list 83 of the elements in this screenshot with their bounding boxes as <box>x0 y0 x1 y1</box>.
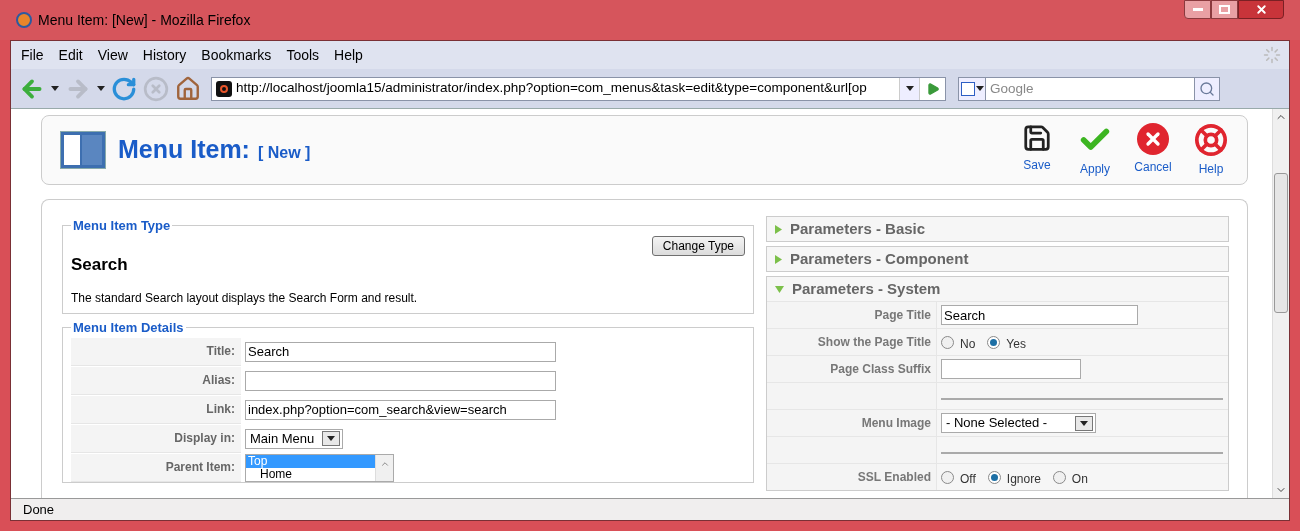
radio-button[interactable] <box>1052 470 1066 484</box>
close-button[interactable] <box>1238 0 1284 19</box>
dropdown-field[interactable]: - None Selected - <box>941 413 1096 433</box>
text-field[interactable] <box>941 359 1081 379</box>
url-text: http://localhost/joomla15/administrator/index.php?option=com_menus&task=edit&type=component&url[op <box>236 79 868 98</box>
reload-icon[interactable] <box>111 75 137 102</box>
close-icon <box>1254 3 1268 16</box>
field-label: Link: <box>206 401 235 418</box>
status-text: Done <box>23 500 55 519</box>
panel-toggle[interactable]: Parameters - System <box>767 277 1228 301</box>
menu-item[interactable]: View <box>91 44 134 66</box>
radio-button[interactable] <box>941 335 954 349</box>
type-description: The standard Search layout displays the Search Form and result. <box>71 290 419 307</box>
caret-icon <box>327 436 336 441</box>
radio-label: Ignore <box>1006 470 1041 488</box>
menu-item[interactable]: Tools <box>280 44 326 66</box>
radio-label: Yes <box>1006 335 1026 353</box>
menu-item[interactable]: History <box>136 44 193 66</box>
dropdown-field[interactable]: Main Menu <box>245 428 344 449</box>
toolbar-button[interactable]: Help <box>1191 122 1231 178</box>
triangle-right-icon <box>775 254 782 264</box>
window-title: Menu Item: [New] - Mozilla Firefox <box>38 10 251 30</box>
toolbar-button[interactable]: Save <box>1017 122 1057 178</box>
menu-item[interactable]: Help <box>328 44 369 66</box>
caret-icon <box>975 86 984 91</box>
field-label: Menu Image <box>861 415 931 432</box>
radio-label: Off <box>960 470 976 488</box>
field-label: Alias: <box>202 372 235 389</box>
scrollbar-thumb[interactable] <box>1274 173 1288 313</box>
field-label: SSL Enabled <box>857 469 931 486</box>
field-label: Parent Item: <box>165 459 235 476</box>
search-icon[interactable] <box>1199 80 1215 97</box>
dropdown-caret-icon <box>97 86 105 91</box>
panel-toggle[interactable]: Parameters - Basic <box>767 217 1228 241</box>
address-bar[interactable]: http://localhost/joomla15/administrator/index.php?option=com_menus&task=edit&type=component&url[op <box>211 76 946 101</box>
search-engine-icon[interactable] <box>958 76 986 101</box>
radio-label: No <box>960 335 976 353</box>
type-name: Search <box>71 253 129 276</box>
page-title: Menu Item: <box>118 134 250 166</box>
dropdown-caret-icon <box>51 86 59 91</box>
panel-toggle[interactable]: Parameters - Component <box>767 247 1228 271</box>
text-field[interactable] <box>245 370 556 391</box>
scrollbar[interactable] <box>1272 109 1289 498</box>
go-icon[interactable] <box>925 81 940 96</box>
menu-item[interactable]: Edit <box>52 44 89 66</box>
site-icon <box>216 80 232 97</box>
radio-button[interactable] <box>987 470 1001 484</box>
text-field[interactable]: Search <box>245 341 556 362</box>
text-field[interactable]: Search <box>941 305 1138 325</box>
minimize-icon <box>1192 8 1203 11</box>
triangle-right-icon <box>775 224 782 234</box>
menu-item[interactable]: Bookmarks <box>195 44 278 66</box>
radio-button[interactable] <box>941 470 954 484</box>
field-label: Show the Page Title <box>817 334 931 351</box>
browser-logo-icon <box>16 12 32 28</box>
list-box[interactable]: Top Home <box>245 453 394 482</box>
menu-manager-icon <box>60 131 106 169</box>
radio-label: On <box>1071 470 1088 488</box>
menu-item[interactable]: File <box>15 44 50 66</box>
toolbar-button[interactable]: Cancel <box>1133 122 1173 178</box>
text-field[interactable]: index.php?option=com_search&view=search <box>245 399 556 420</box>
field-label: Page Class Suffix <box>830 361 931 378</box>
triangle-down-icon <box>775 285 784 293</box>
cancel-icon <box>1137 122 1169 155</box>
caret-icon <box>1080 420 1088 426</box>
life-buoy-icon <box>1194 122 1228 157</box>
url-history-caret-icon <box>905 86 914 91</box>
change-type-button[interactable]: Change Type <box>651 235 745 256</box>
home-icon[interactable] <box>175 75 201 102</box>
web-search-input[interactable]: Google <box>986 76 1194 101</box>
radio-button[interactable] <box>987 335 1001 349</box>
toolbar-button[interactable]: Apply <box>1075 122 1115 178</box>
list-option[interactable]: Home <box>246 467 375 481</box>
throbber-icon <box>1263 46 1281 64</box>
field-label: Page Title <box>874 307 931 324</box>
minimize-button[interactable] <box>1184 0 1211 19</box>
maximize-button[interactable] <box>1211 0 1238 19</box>
panel-legend: Menu Item Type <box>71 216 173 236</box>
maximize-icon <box>1219 5 1230 14</box>
field-label: Title: <box>206 343 235 360</box>
page-subtitle: [ New ] <box>257 143 311 163</box>
field-label: Display in: <box>174 430 235 447</box>
panel-legend: Menu Item Details <box>71 318 186 338</box>
